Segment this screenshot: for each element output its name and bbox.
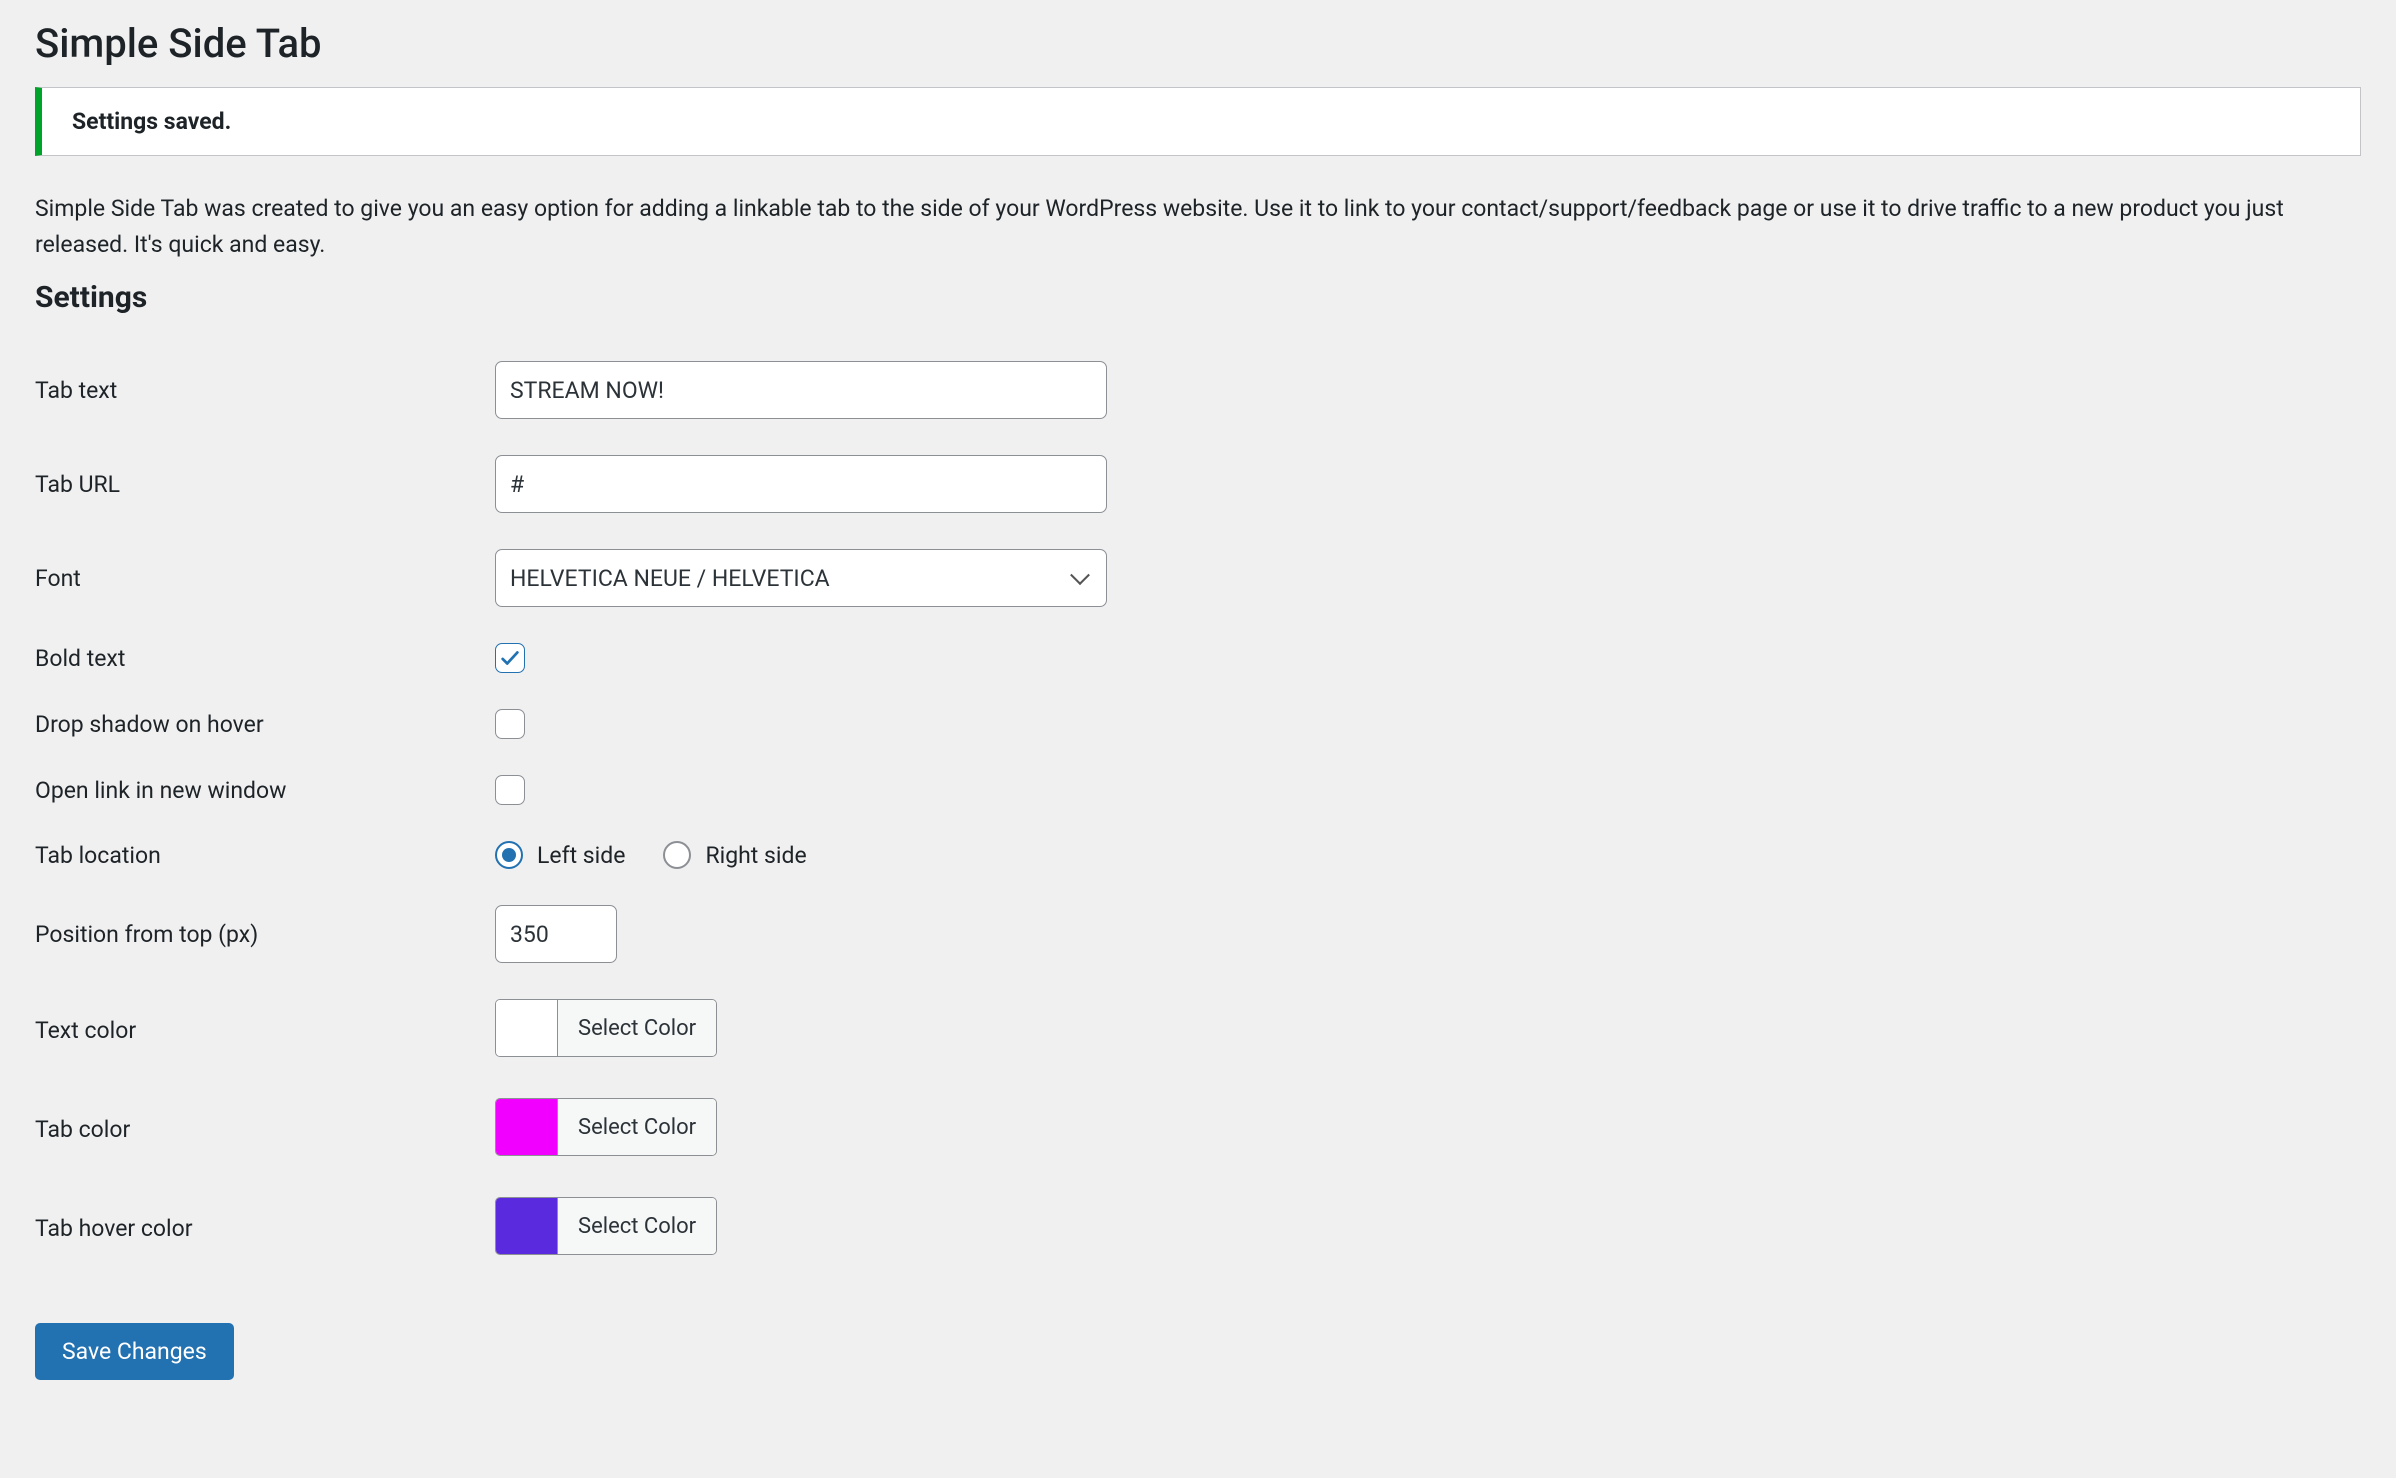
tab-location-group: Left side Right side — [495, 841, 2361, 869]
save-changes-button[interactable]: Save Changes — [35, 1323, 234, 1380]
new-window-label: Open link in new window — [35, 757, 495, 823]
tab-text-input[interactable] — [495, 361, 1107, 419]
submit-row: Save Changes — [35, 1323, 2361, 1380]
drop-shadow-checkbox[interactable] — [495, 709, 525, 739]
page-title: Simple Side Tab — [35, 0, 2361, 87]
text-color-picker[interactable]: Select Color — [495, 999, 717, 1057]
tab-color-picker[interactable]: Select Color — [495, 1098, 717, 1156]
radio-icon — [495, 841, 523, 869]
right-side-label: Right side — [705, 842, 806, 869]
tab-color-label: Tab color — [35, 1080, 495, 1179]
plugin-description: Simple Side Tab was created to give you … — [35, 191, 2361, 262]
text-color-label: Text color — [35, 981, 495, 1080]
notice-success: Settings saved. — [35, 87, 2361, 156]
tab-hover-color-swatch — [496, 1198, 558, 1254]
left-side-label: Left side — [537, 842, 625, 869]
bold-text-checkbox[interactable] — [495, 643, 525, 673]
tab-color-swatch — [496, 1099, 558, 1155]
tab-hover-color-picker[interactable]: Select Color — [495, 1197, 717, 1255]
settings-heading: Settings — [35, 280, 2361, 315]
tab-url-input[interactable] — [495, 455, 1107, 513]
tab-location-label: Tab location — [35, 823, 495, 887]
tab-color-button[interactable]: Select Color — [558, 1099, 716, 1155]
tab-location-right[interactable]: Right side — [663, 841, 806, 869]
text-color-swatch — [496, 1000, 558, 1056]
font-select[interactable]: HELVETICA NEUE / HELVETICA — [495, 549, 1107, 607]
position-top-input[interactable] — [495, 905, 617, 963]
check-icon — [499, 647, 521, 669]
tab-url-label: Tab URL — [35, 437, 495, 531]
text-color-button[interactable]: Select Color — [558, 1000, 716, 1056]
position-top-label: Position from top (px) — [35, 887, 495, 981]
font-label: Font — [35, 531, 495, 625]
tab-hover-color-button[interactable]: Select Color — [558, 1198, 716, 1254]
tab-hover-color-label: Tab hover color — [35, 1179, 495, 1278]
tab-text-label: Tab text — [35, 343, 495, 437]
radio-icon — [663, 841, 691, 869]
tab-location-left[interactable]: Left side — [495, 841, 625, 869]
bold-text-label: Bold text — [35, 625, 495, 691]
settings-table: Tab text Tab URL Font HELVETICA NEUE / H… — [35, 343, 2361, 1278]
drop-shadow-label: Drop shadow on hover — [35, 691, 495, 757]
notice-message: Settings saved. — [72, 108, 2330, 135]
new-window-checkbox[interactable] — [495, 775, 525, 805]
